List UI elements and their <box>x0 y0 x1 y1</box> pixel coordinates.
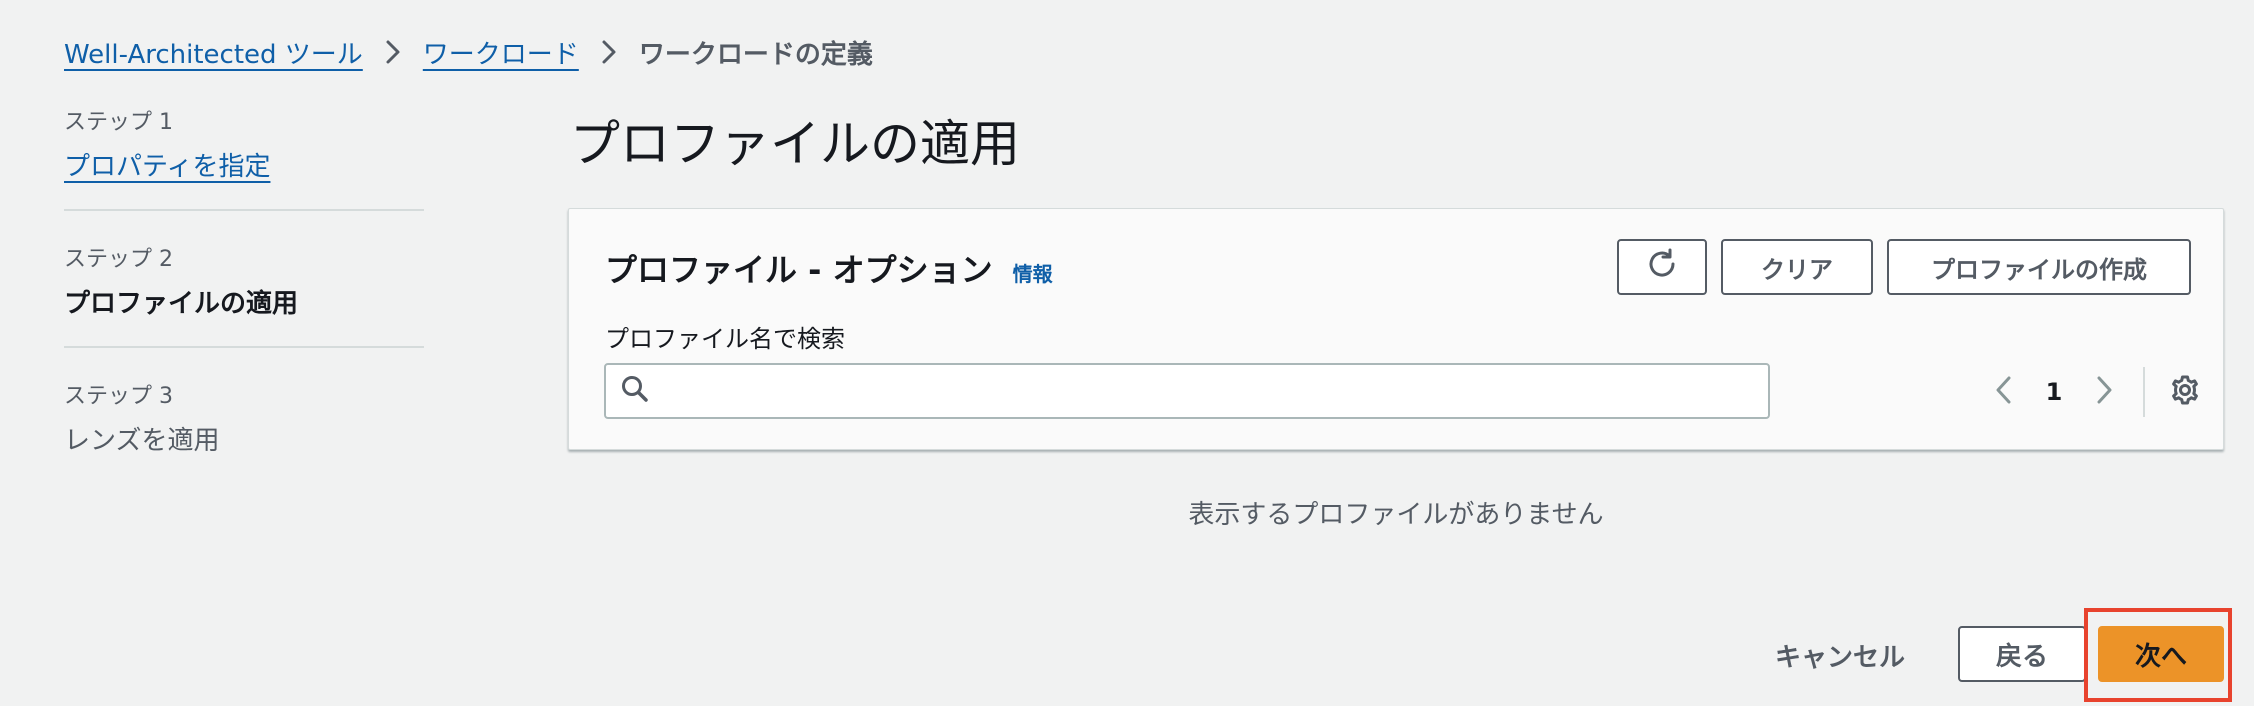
refresh-icon <box>1645 247 1679 287</box>
chevron-right-icon <box>579 39 639 65</box>
breadcrumb-link-workloads[interactable]: ワークロード <box>423 34 579 71</box>
next-button[interactable]: 次へ <box>2098 626 2224 682</box>
wizard-steps: ステップ 1 プロパティを指定 ステップ 2 プロファイルの適用 ステップ 3 … <box>64 104 424 483</box>
profiles-panel: プロファイル - オプション 情報 クリア プロファイルの作成 プロファイル名で… <box>568 208 2224 450</box>
page-title: プロファイルの適用 <box>570 115 1020 173</box>
search-field[interactable] <box>604 363 1770 419</box>
next-page-button[interactable] <box>2079 367 2129 417</box>
breadcrumb-link-well-architected-tool[interactable]: Well-Architected ツール <box>64 34 363 71</box>
breadcrumb: Well-Architected ツール ワークロード ワークロードの定義 <box>64 32 873 72</box>
cancel-button[interactable]: キャンセル <box>1760 630 1920 680</box>
step-number: ステップ 1 <box>64 110 173 135</box>
previous-page-button[interactable] <box>1979 367 2029 417</box>
create-profile-button[interactable]: プロファイルの作成 <box>1887 239 2191 295</box>
refresh-button[interactable] <box>1617 239 1707 295</box>
step-title-disabled: レンズを適用 <box>64 426 220 456</box>
step-3: ステップ 3 レンズを適用 <box>64 346 424 483</box>
empty-state-message: 表示するプロファイルがありません <box>1188 500 1604 530</box>
panel-title: プロファイル - オプション <box>605 251 993 289</box>
panel-header: プロファイル - オプション 情報 <box>605 245 1053 291</box>
chevron-right-icon <box>363 39 423 65</box>
chevron-left-icon <box>1994 375 2014 409</box>
step-number: ステップ 2 <box>64 247 173 272</box>
pagination: 1 <box>1979 367 2205 417</box>
breadcrumb-current: ワークロードの定義 <box>638 39 873 70</box>
step-number: ステップ 3 <box>64 384 173 409</box>
step-link-specify-properties[interactable]: プロパティを指定 <box>64 152 270 182</box>
search-label: プロファイル名で検索 <box>605 325 845 353</box>
current-page-number[interactable]: 1 <box>2029 378 2079 406</box>
info-link[interactable]: 情報 <box>1013 258 1053 287</box>
pager-divider <box>2143 367 2145 417</box>
search-icon <box>620 374 650 408</box>
preferences-button[interactable] <box>2165 372 2205 412</box>
back-button[interactable]: 戻る <box>1958 626 2086 682</box>
chevron-right-icon <box>2094 375 2114 409</box>
gear-icon <box>2168 373 2202 411</box>
page: Well-Architected ツール ワークロード ワークロードの定義 ステ… <box>0 0 2254 706</box>
clear-button[interactable]: クリア <box>1721 239 1873 295</box>
step-2: ステップ 2 プロファイルの適用 <box>64 209 424 346</box>
search-input[interactable] <box>662 365 1768 417</box>
step-1: ステップ 1 プロパティを指定 <box>64 104 424 209</box>
step-title-active: プロファイルの適用 <box>64 289 299 319</box>
